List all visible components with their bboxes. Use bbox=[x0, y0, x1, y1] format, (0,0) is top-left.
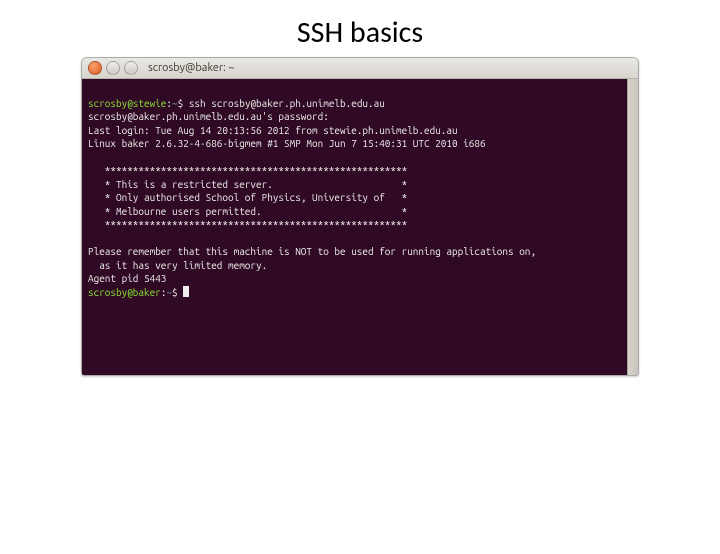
prompt-userhost: scrosby@stewie bbox=[88, 98, 166, 109]
terminal-body[interactable]: scrosby@stewie:~$ ssh scrosby@baker.ph.u… bbox=[82, 79, 638, 375]
terminal-line: * Only authorised School of Physics, Uni… bbox=[88, 192, 407, 203]
terminal-line: scrosby@stewie:~$ ssh scrosby@baker.ph.u… bbox=[88, 98, 385, 109]
cursor-icon bbox=[183, 286, 189, 297]
terminal-line: as it has very limited memory. bbox=[88, 260, 267, 271]
maximize-icon[interactable] bbox=[124, 61, 138, 75]
window-title: scrosby@baker: ~ bbox=[148, 62, 235, 74]
scrollbar[interactable] bbox=[627, 79, 638, 375]
terminal-line: Please remember that this machine is NOT… bbox=[88, 246, 536, 257]
minimize-icon[interactable] bbox=[106, 61, 120, 75]
terminal-line: Agent pid 5443 bbox=[88, 273, 166, 284]
terminal-line: ****************************************… bbox=[88, 165, 407, 176]
terminal-line: ****************************************… bbox=[88, 219, 407, 230]
window-titlebar: scrosby@baker: ~ bbox=[82, 58, 638, 79]
prompt-dollar: $ bbox=[172, 287, 183, 298]
terminal-line: * This is a restricted server. * bbox=[88, 179, 407, 190]
terminal-line: Last login: Tue Aug 14 20:13:56 2012 fro… bbox=[88, 125, 458, 136]
ssh-command: $ ssh scrosby@baker.ph.unimelb.edu.au bbox=[178, 98, 385, 109]
terminal-line: Linux baker 2.6.32-4-686-bigmem #1 SMP M… bbox=[88, 138, 486, 149]
terminal-line: scrosby@baker:~$ bbox=[88, 287, 189, 298]
terminal-line: * Melbourne users permitted. * bbox=[88, 206, 407, 217]
terminal-window: scrosby@baker: ~ scrosby@stewie:~$ ssh s… bbox=[81, 57, 639, 376]
slide-title: SSH basics bbox=[0, 14, 720, 51]
terminal-line: scrosby@baker.ph.unimelb.edu.au's passwo… bbox=[88, 111, 329, 122]
close-icon[interactable] bbox=[88, 61, 102, 75]
prompt-userhost: scrosby@baker bbox=[88, 287, 161, 298]
